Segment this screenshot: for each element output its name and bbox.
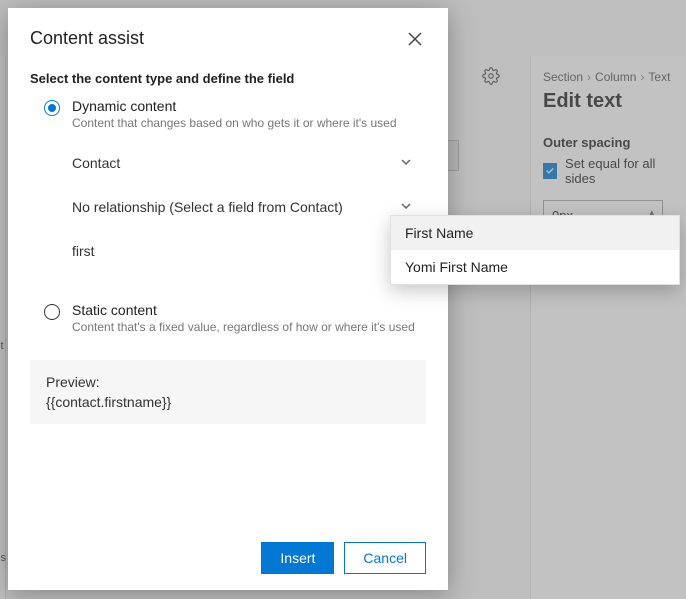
relationship-select[interactable]: No relationship (Select a field from Con… — [72, 186, 422, 228]
radio-static-content[interactable] — [44, 304, 60, 320]
insert-button[interactable]: Insert — [261, 542, 334, 574]
autocomplete-dropdown: First Name Yomi First Name — [390, 215, 680, 285]
radio-dynamic-content[interactable] — [44, 100, 60, 116]
content-assist-modal: Content assist Select the content type a… — [8, 8, 448, 590]
cancel-button[interactable]: Cancel — [344, 542, 426, 574]
preview-value: {{contact.firstname}} — [46, 394, 410, 410]
close-icon[interactable] — [404, 28, 426, 55]
modal-subtitle: Select the content type and define the f… — [30, 71, 426, 86]
preview-box: Preview: {{contact.firstname}} — [30, 360, 426, 424]
static-content-desc: Content that's a fixed value, regardless… — [72, 320, 426, 334]
chevron-down-icon — [400, 199, 412, 215]
dynamic-content-title: Dynamic content — [72, 98, 426, 114]
static-content-title: Static content — [72, 302, 426, 318]
chevron-down-icon — [400, 155, 412, 171]
field-search-input[interactable] — [72, 243, 412, 259]
dropdown-item[interactable]: Yomi First Name — [391, 250, 679, 284]
dropdown-item[interactable]: First Name — [391, 216, 679, 250]
entity-select[interactable]: Contact — [72, 142, 422, 184]
dynamic-content-desc: Content that changes based on who gets i… — [72, 116, 426, 130]
modal-title: Content assist — [30, 28, 144, 49]
preview-label: Preview: — [46, 374, 410, 390]
